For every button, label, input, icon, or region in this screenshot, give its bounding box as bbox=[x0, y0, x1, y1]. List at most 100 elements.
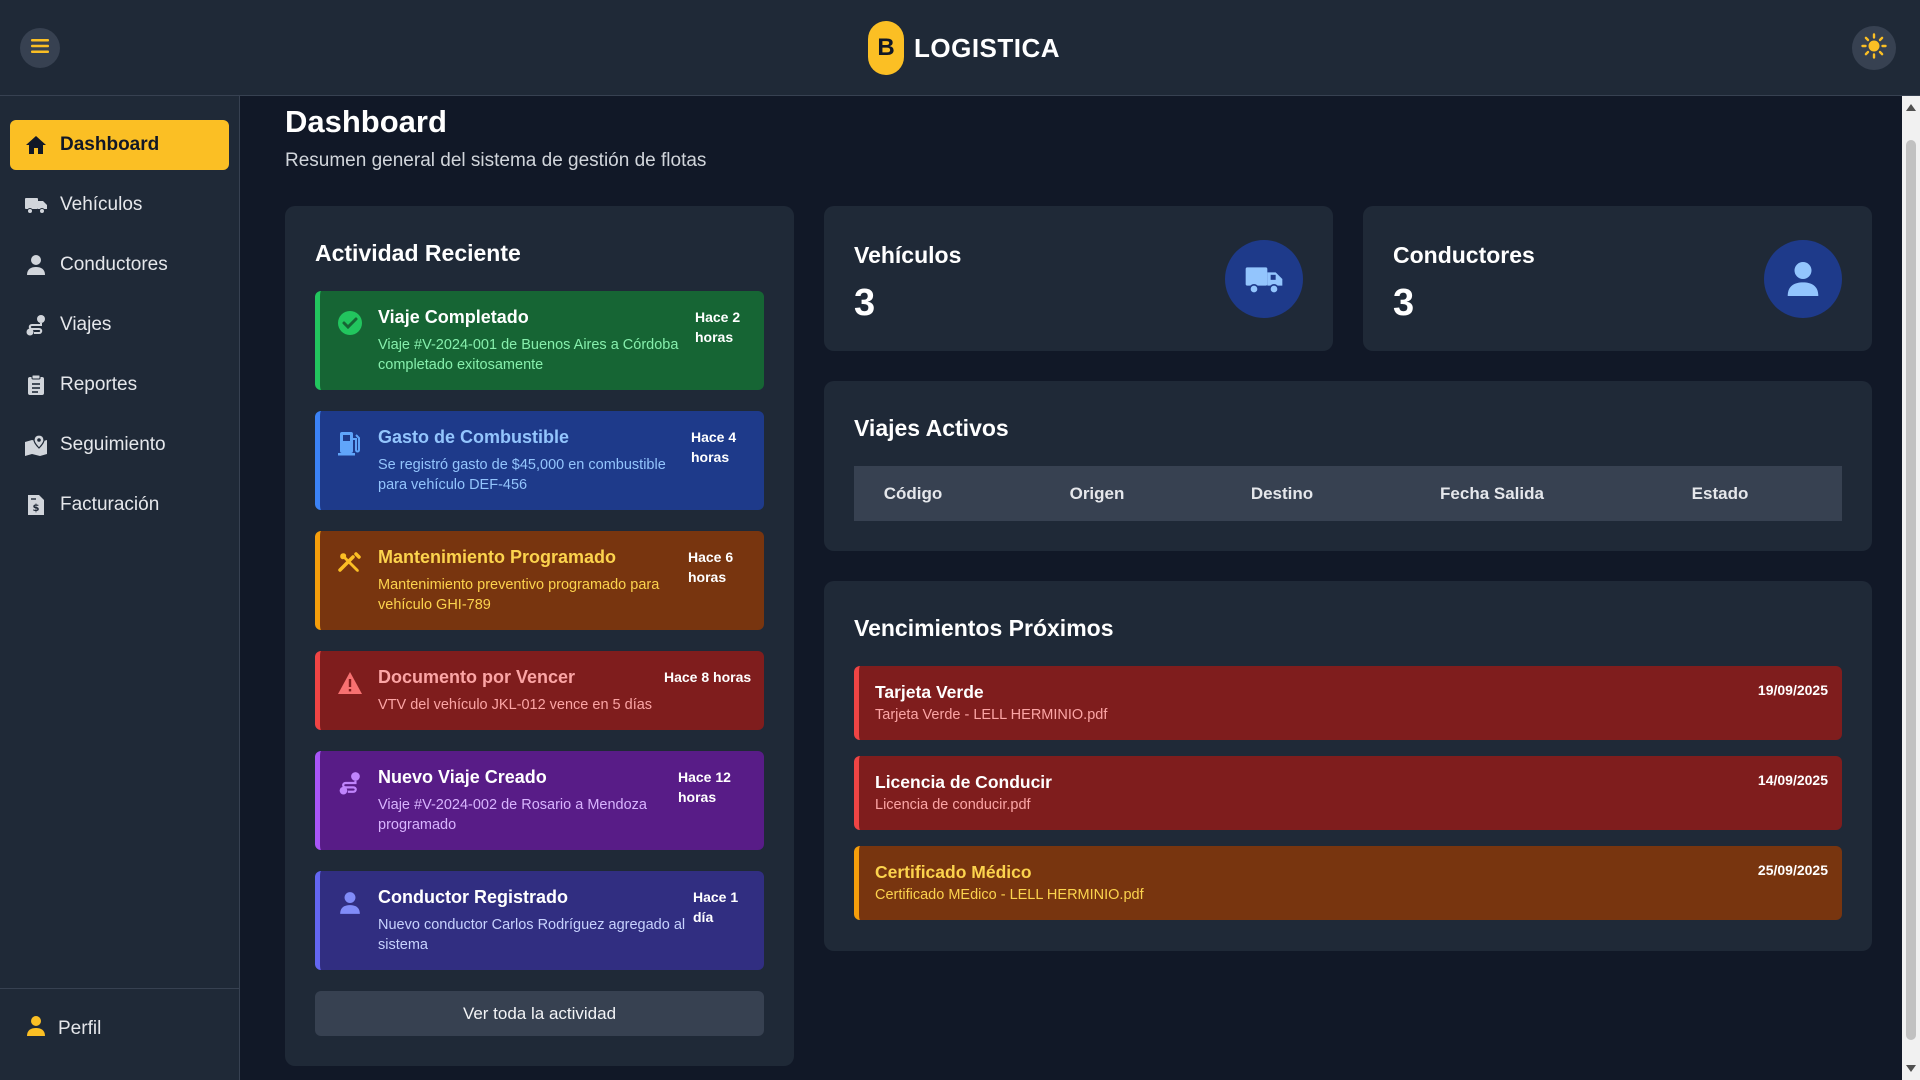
expirations-title: Vencimientos Próximos bbox=[854, 615, 1114, 641]
expiration-file: Licencia de conducir.pdf bbox=[875, 797, 1031, 813]
recent-activity-title: Actividad Reciente bbox=[315, 240, 521, 266]
activity-description: Viaje #V-2024-002 de Rosario a Mendoza p… bbox=[378, 797, 647, 833]
activity-title: Gasto de Combustible bbox=[378, 427, 570, 447]
activity-description: Nuevo conductor Carlos Rodríguez agregad… bbox=[378, 917, 686, 953]
route-icon bbox=[24, 313, 48, 337]
stat-label: Vehículos bbox=[854, 242, 962, 268]
sidebar-item-vehiculos[interactable]: Vehículos bbox=[10, 180, 229, 230]
scroll-up-arrow-icon[interactable] bbox=[1906, 104, 1916, 111]
expiration-item[interactable]: Tarjeta Verde Tarjeta Verde - LELL HERMI… bbox=[854, 666, 1842, 740]
column-header: Estado bbox=[1691, 483, 1749, 503]
route-icon bbox=[336, 769, 364, 797]
scrollbar-thumb[interactable] bbox=[1906, 140, 1916, 1040]
brand-logo: B bbox=[868, 21, 904, 75]
activity-item[interactable]: Gasto de Combustible Se registró gasto d… bbox=[315, 411, 764, 510]
activity-title: Mantenimiento Programado bbox=[378, 547, 617, 567]
sidebar-divider bbox=[0, 988, 239, 989]
stat-label: Conductores bbox=[1393, 242, 1535, 268]
menu-button[interactable] bbox=[20, 28, 60, 68]
trips-table-header: Código Origen Destino Fecha Salida Estad… bbox=[854, 466, 1842, 521]
invoice-icon: $ bbox=[24, 493, 48, 517]
column-header: Fecha Salida bbox=[1440, 483, 1544, 503]
activity-item[interactable]: Viaje Completado Viaje #V-2024-001 de Bu… bbox=[315, 291, 764, 390]
gas-pump-icon bbox=[336, 429, 364, 457]
sun-icon bbox=[1861, 32, 1887, 64]
profile-label: Perfil bbox=[58, 1018, 102, 1039]
user-icon bbox=[336, 889, 364, 917]
activity-title: Nuevo Viaje Creado bbox=[378, 767, 547, 787]
truck-icon bbox=[24, 193, 48, 217]
activity-time: Hace 4 horas bbox=[691, 429, 737, 465]
column-header: Código bbox=[883, 483, 943, 503]
activity-item[interactable]: Documento por Vencer VTV del vehículo JK… bbox=[315, 651, 764, 730]
hamburger-icon bbox=[31, 38, 49, 59]
svg-text:$: $ bbox=[33, 503, 40, 514]
activity-title: Conductor Registrado bbox=[378, 887, 569, 907]
vertical-scrollbar[interactable] bbox=[1902, 96, 1920, 1080]
sidebar-item-reportes[interactable]: Reportes bbox=[10, 360, 229, 410]
user-icon bbox=[1764, 240, 1842, 318]
profile-link[interactable]: Perfil bbox=[26, 1015, 101, 1043]
recent-activity-card: Actividad Reciente Viaje Completado Viaj… bbox=[285, 206, 794, 1066]
activity-time: Hace 1 día bbox=[693, 889, 739, 925]
stat-value: 3 bbox=[1393, 282, 1415, 324]
active-trips-title: Viajes Activos bbox=[854, 415, 1009, 441]
clipboard-icon bbox=[24, 373, 48, 397]
tools-icon bbox=[336, 549, 364, 577]
expiration-date: 25/09/2025 bbox=[1757, 862, 1828, 878]
sidebar-item-dashboard[interactable]: Dashboard bbox=[10, 120, 229, 170]
page-subtitle: Resumen general del sistema de gestión d… bbox=[285, 150, 707, 171]
sidebar-item-label: Reportes bbox=[60, 374, 138, 395]
page-title: Dashboard bbox=[285, 104, 447, 139]
drivers-stat-card[interactable]: Conductores 3 bbox=[1363, 206, 1872, 351]
activity-description: VTV del vehículo JKL-012 vence en 5 días bbox=[378, 697, 653, 713]
activity-time: Hace 2 horas bbox=[695, 309, 741, 345]
sidebar-item-label: Viajes bbox=[60, 314, 112, 335]
expiration-item[interactable]: Certificado Médico Certificado MEdico - … bbox=[854, 846, 1842, 920]
upcoming-expirations-card: Vencimientos Próximos Tarjeta Verde Tarj… bbox=[824, 581, 1872, 951]
theme-toggle-button[interactable] bbox=[1852, 26, 1896, 70]
expiration-title: Certificado Médico bbox=[875, 862, 1032, 882]
sidebar-item-label: Conductores bbox=[60, 254, 168, 275]
vehicles-stat-card[interactable]: Vehículos 3 bbox=[824, 206, 1333, 351]
activity-time: Hace 8 horas bbox=[664, 669, 752, 685]
expiration-date: 14/09/2025 bbox=[1757, 772, 1828, 788]
expiration-date: 19/09/2025 bbox=[1757, 682, 1828, 698]
check-circle-icon bbox=[336, 309, 364, 337]
activity-description: Viaje #V-2024-001 de Buenos Aires a Córd… bbox=[378, 337, 679, 373]
sidebar-item-label: Seguimiento bbox=[60, 434, 166, 455]
truck-icon bbox=[1225, 240, 1303, 318]
app-name: LOGISTICA bbox=[914, 32, 1061, 63]
scroll-down-arrow-icon[interactable] bbox=[1906, 1065, 1916, 1072]
sidebar-item-conductores[interactable]: Conductores bbox=[10, 240, 229, 290]
map-pin-icon bbox=[24, 433, 48, 457]
expiration-title: Licencia de Conducir bbox=[875, 772, 1052, 792]
sidebar-item-viajes[interactable]: Viajes bbox=[10, 300, 229, 350]
brand[interactable]: B LOGISTICA bbox=[868, 20, 1060, 76]
sidebar-item-label: Facturación bbox=[60, 494, 160, 515]
column-header: Origen bbox=[1069, 483, 1125, 503]
sidebar: Dashboard Vehículos Conductores Viajes R… bbox=[0, 96, 240, 1080]
expiration-file: Certificado MEdico - LELL HERMINIO.pdf bbox=[875, 887, 1144, 903]
sidebar-item-label: Vehículos bbox=[60, 194, 143, 215]
top-bar: B LOGISTICA bbox=[0, 0, 1920, 96]
activity-description: Mantenimiento preventivo programado para… bbox=[378, 577, 660, 613]
expiration-title: Tarjeta Verde bbox=[875, 682, 984, 702]
sidebar-item-label: Dashboard bbox=[60, 134, 160, 155]
warning-icon bbox=[336, 669, 364, 697]
activity-item[interactable]: Nuevo Viaje Creado Viaje #V-2024-002 de … bbox=[315, 751, 764, 850]
home-icon bbox=[24, 133, 48, 157]
see-all-activity-button[interactable]: Ver toda la actividad bbox=[315, 991, 764, 1036]
activity-item[interactable]: Mantenimiento Programado Mantenimiento p… bbox=[315, 531, 764, 630]
activity-title: Documento por Vencer bbox=[378, 667, 576, 687]
activity-description: Se registró gasto de $45,000 en combusti… bbox=[378, 457, 666, 493]
stat-value: 3 bbox=[854, 282, 876, 324]
activity-item[interactable]: Conductor Registrado Nuevo conductor Car… bbox=[315, 871, 764, 970]
activity-time: Hace 12 horas bbox=[678, 769, 731, 805]
user-icon bbox=[24, 253, 48, 277]
sidebar-item-facturacion[interactable]: $ Facturación bbox=[10, 480, 229, 530]
active-trips-card: Viajes Activos Código Origen Destino Fec… bbox=[824, 381, 1872, 551]
activity-title: Viaje Completado bbox=[378, 307, 529, 327]
expiration-item[interactable]: Licencia de Conducir Licencia de conduci… bbox=[854, 756, 1842, 830]
sidebar-item-seguimiento[interactable]: Seguimiento bbox=[10, 420, 229, 470]
